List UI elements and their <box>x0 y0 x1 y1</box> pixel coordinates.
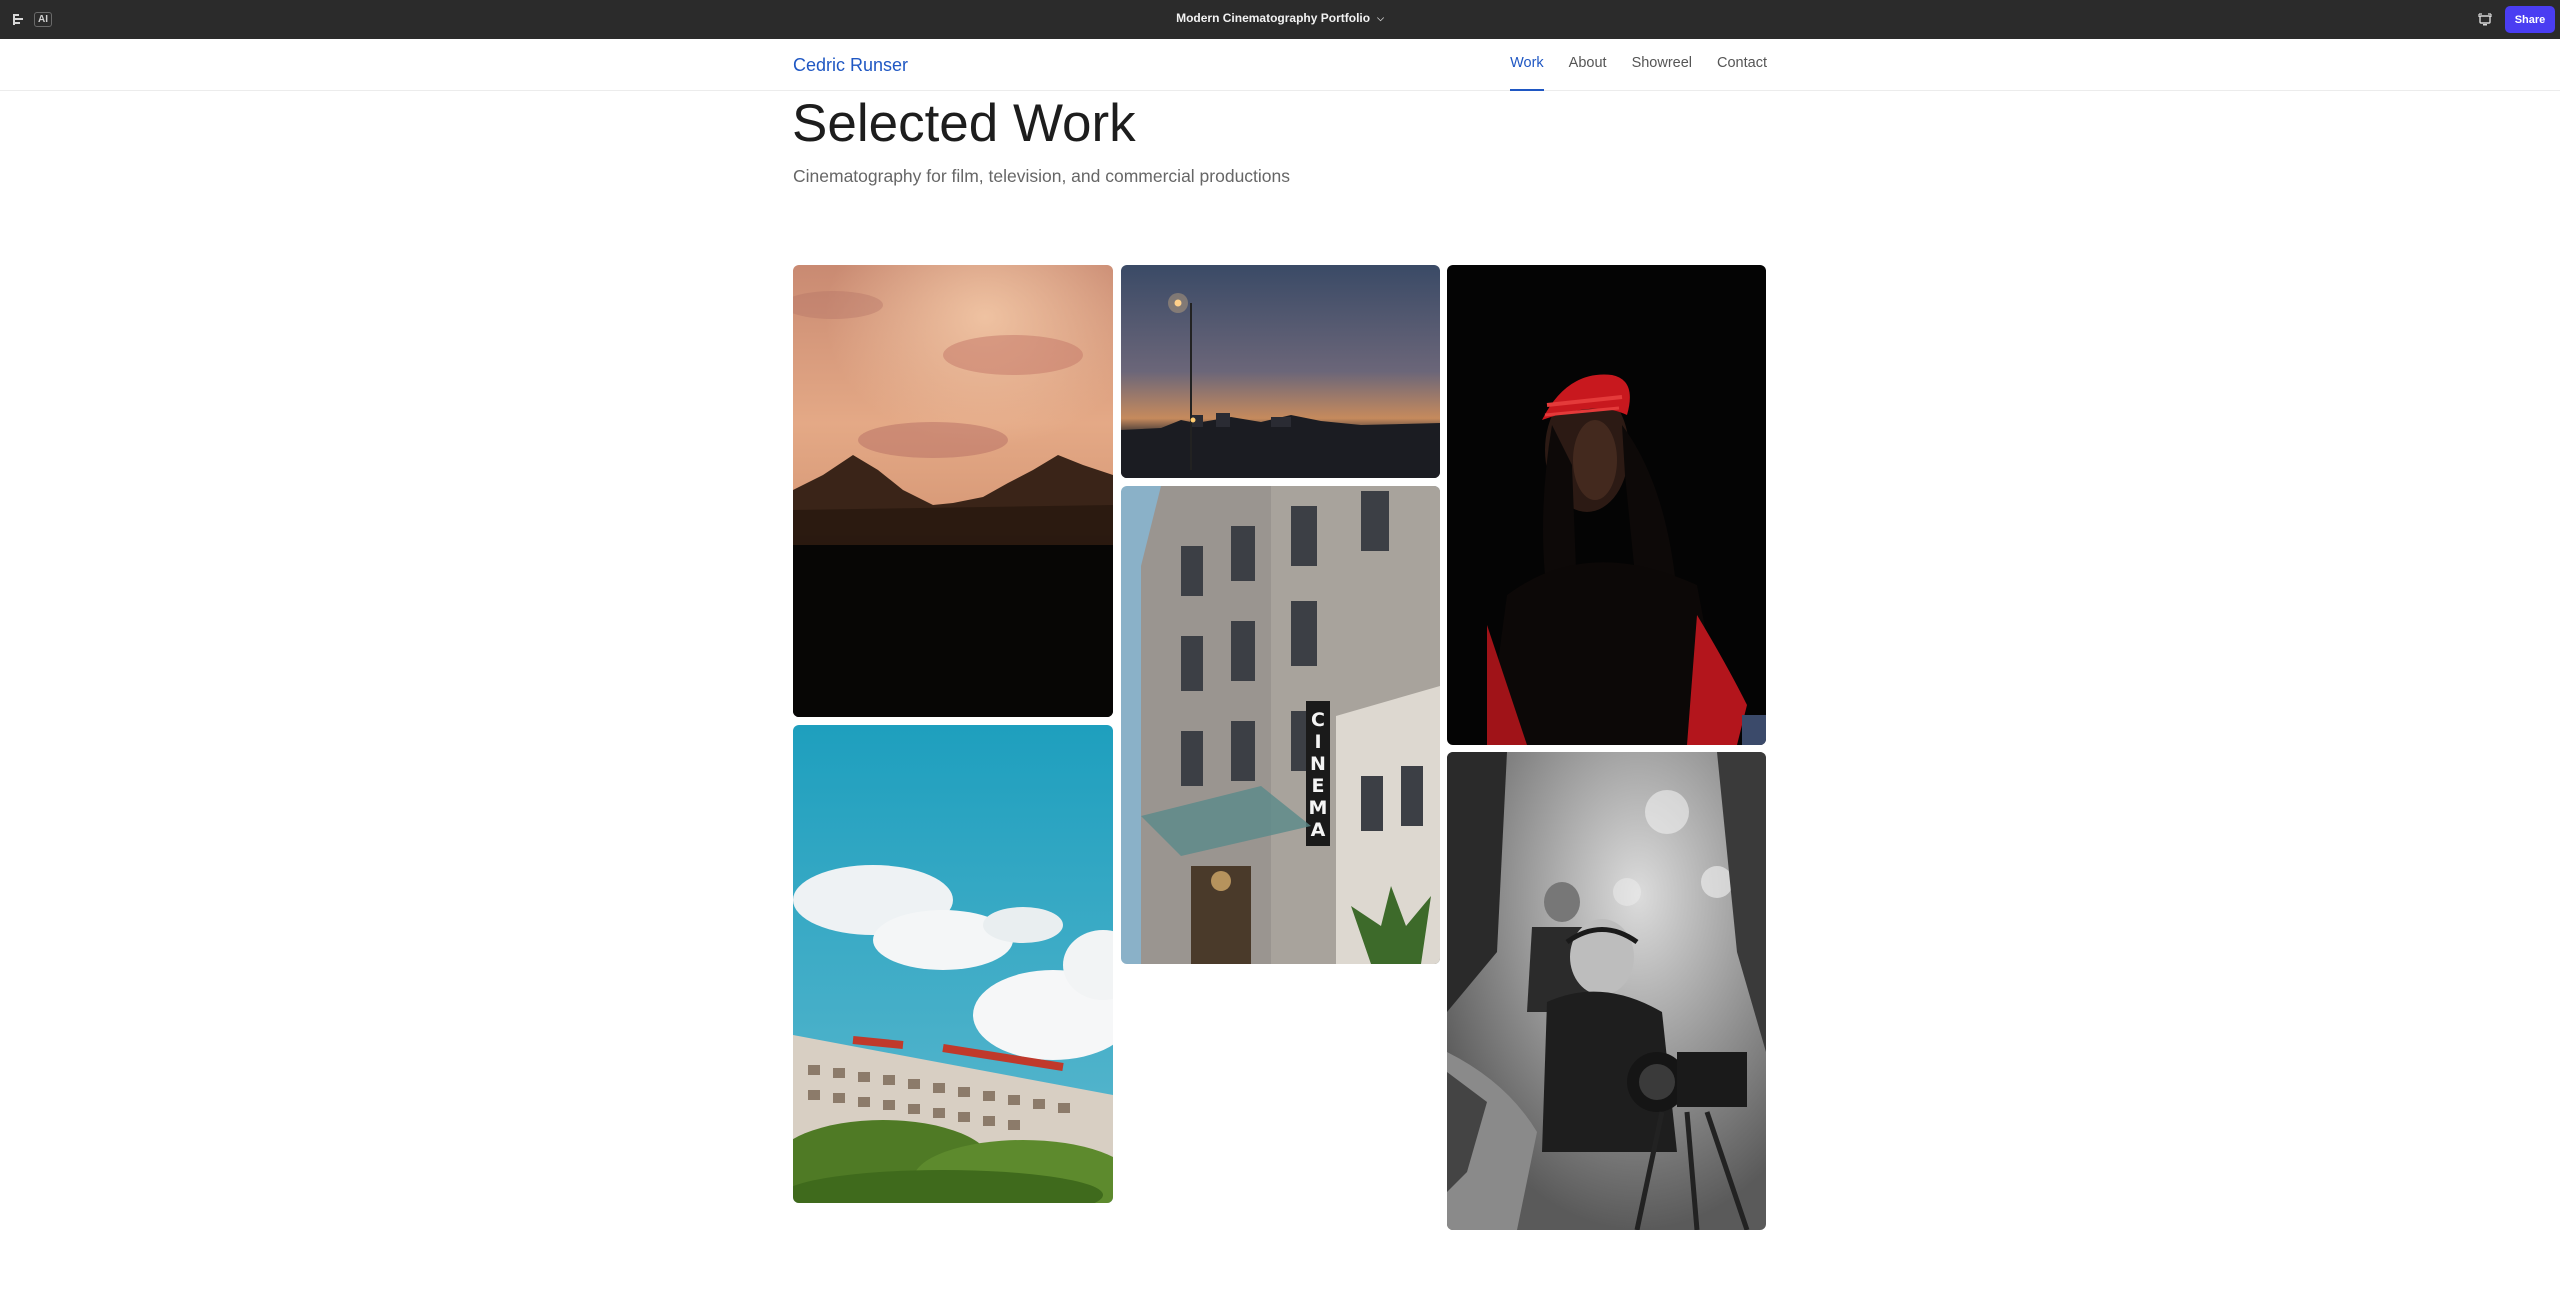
share-button[interactable]: Share <box>2505 6 2555 33</box>
page-subtitle: Cinematography for film, television, and… <box>793 166 1291 186</box>
main-nav: Work About Showreel Contact <box>1510 39 1767 91</box>
site-header: Cedric Runser Work About Showreel Contac… <box>0 39 2560 91</box>
gallery-image-dusk-streetlamp[interactable] <box>1121 265 1440 478</box>
project-title: Modern Cinematography Portfolio <box>1176 11 1371 25</box>
cinema-sign-i: I <box>1314 731 1321 753</box>
brand-logo-text[interactable]: Cedric Runser <box>793 55 908 76</box>
device-preview-icon[interactable] <box>2476 11 2493 28</box>
cinema-sign-c: C <box>1311 709 1325 731</box>
nav-work[interactable]: Work <box>1510 39 1544 91</box>
nav-contact[interactable]: Contact <box>1717 39 1767 91</box>
project-title-dropdown[interactable]: Modern Cinematography Portfolio ⌵ <box>0 11 2560 25</box>
gallery-image-sky-building[interactable] <box>793 725 1113 1203</box>
nav-about[interactable]: About <box>1569 39 1607 91</box>
cinema-sign-n: N <box>1310 753 1326 775</box>
app-toolbar: AI Modern Cinematography Portfolio ⌵ Shar… <box>0 0 2560 39</box>
gallery-image-cinema-building[interactable]: C I N E M A <box>1121 486 1440 964</box>
cinema-sign-e: E <box>1312 775 1325 797</box>
chevron-down-icon: ⌵ <box>1377 13 1384 23</box>
gallery-image-camera-crew[interactable] <box>1447 752 1766 1230</box>
toolbar-right: Share <box>2476 6 2555 33</box>
gallery-image-mountain-sunset[interactable] <box>793 265 1113 717</box>
nav-showreel[interactable]: Showreel <box>1632 39 1692 91</box>
cinema-sign-a: A <box>1311 819 1326 841</box>
page-title: Selected Work <box>792 94 1136 153</box>
cinema-sign-m: M <box>1309 797 1328 819</box>
gallery-image-portrait-red-hat[interactable] <box>1447 265 1766 745</box>
